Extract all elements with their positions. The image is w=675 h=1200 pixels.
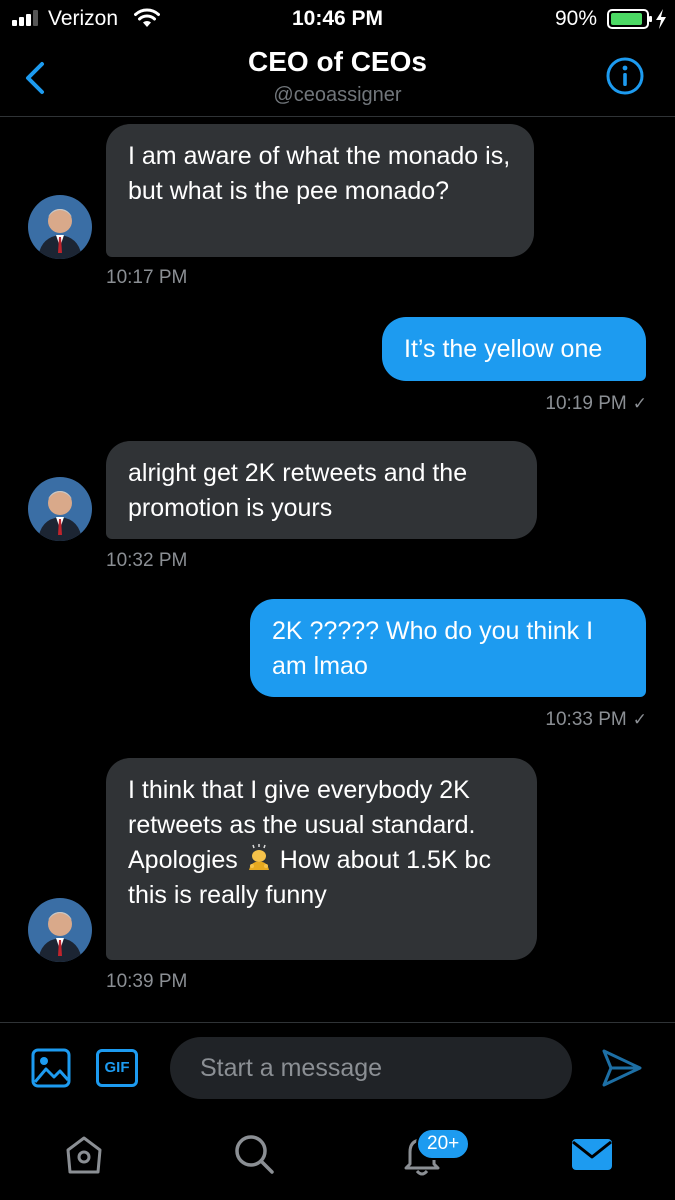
message-text: 2K ????? Who do you think I am lmao [272, 617, 594, 680]
message-bubble-outgoing[interactable]: 2K ????? Who do you think I am lmao [250, 599, 646, 697]
message-timestamp: 10:19 PM ✓ [545, 393, 647, 414]
battery-percentage: 90% [554, 7, 597, 30]
avatar-photo-icon [28, 195, 92, 259]
message-text: I am aware of what the monado is, but wh… [128, 142, 511, 205]
message-bubble-incoming[interactable]: alright get 2K retweets and the promotio… [106, 441, 537, 539]
gif-button[interactable]: GIF [96, 1049, 138, 1087]
search-icon[interactable] [230, 1130, 278, 1178]
message-timestamp: 10:33 PM ✓ [545, 709, 647, 730]
avatar-photo-icon [28, 477, 92, 541]
message-text: alright get 2K retweets and the promotio… [128, 459, 468, 522]
messages-mail-icon[interactable] [568, 1130, 616, 1178]
gif-label: GIF [104, 1059, 130, 1076]
avatar[interactable] [28, 477, 92, 541]
message-timestamp: 10:17 PM [106, 267, 188, 288]
charging-bolt-icon [656, 9, 666, 29]
conversation-header: CEO of CEOs @ceoassigner [0, 40, 675, 117]
compose-bar: GIF [0, 1022, 675, 1115]
avatar[interactable] [28, 898, 92, 962]
image-icon[interactable] [30, 1047, 72, 1089]
sent-check-icon: ✓ [632, 394, 647, 413]
message-bubble-incoming[interactable]: I think that I give everybody 2K retweet… [106, 758, 537, 960]
message-bubble-outgoing[interactable]: It’s the yellow one [382, 317, 646, 381]
message-text: It’s the yellow one [404, 335, 603, 363]
message-timestamp: 10:39 PM [106, 971, 188, 992]
send-icon[interactable] [600, 1047, 644, 1089]
avatar[interactable] [28, 195, 92, 259]
status-bar: Verizon 10:46 PM 90% [0, 0, 675, 40]
conversation-title: CEO of CEOs [248, 46, 427, 77]
avatar-photo-icon [28, 898, 92, 962]
battery-icon [607, 9, 652, 29]
notifications-badge: 20+ [416, 1128, 471, 1160]
conversation-handle: @ceoassigner [273, 84, 402, 106]
person-bowing-emoji-icon [248, 844, 269, 870]
info-icon[interactable] [605, 56, 645, 96]
message-input[interactable] [170, 1037, 572, 1099]
message-bubble-incoming[interactable]: I am aware of what the monado is, but wh… [106, 124, 534, 257]
sent-check-icon: ✓ [632, 710, 647, 729]
tab-bar: 20+ [0, 1114, 675, 1200]
home-icon[interactable] [60, 1130, 108, 1178]
message-timestamp: 10:32 PM [106, 550, 188, 571]
